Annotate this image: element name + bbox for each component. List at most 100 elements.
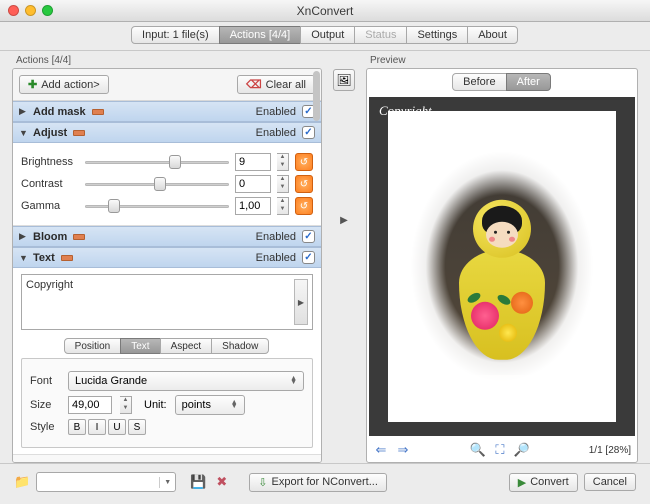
text-input[interactable]: Copyright	[26, 279, 292, 325]
fit-button[interactable]: ⛶	[492, 442, 508, 458]
delete-preset-icon[interactable]: ✖	[216, 474, 227, 490]
preset-dropdown[interactable]: ▼	[36, 472, 176, 492]
contrast-stepper[interactable]: ▲▼	[277, 175, 289, 193]
brightness-slider[interactable]	[85, 155, 229, 169]
text-body: Copyright ▶ Position Text Aspect Shadow …	[13, 268, 321, 455]
gamma-field[interactable]: 1,00	[235, 197, 271, 215]
prev-image-button[interactable]: ⇐	[373, 442, 389, 458]
style-buttons: B I U S	[68, 419, 146, 435]
expand-arrow-icon[interactable]: ▶	[340, 215, 348, 226]
subtab-shadow[interactable]: Shadow	[211, 338, 269, 354]
disclosure-icon[interactable]: ▶	[19, 106, 27, 117]
enabled-checkbox[interactable]: ✓	[302, 230, 315, 243]
add-action-button[interactable]: ✚ Add action>	[19, 75, 109, 94]
tab-input[interactable]: Input: 1 file(s)	[131, 26, 220, 44]
bold-button[interactable]: B	[68, 419, 86, 435]
before-button[interactable]: Before	[452, 73, 506, 91]
disclosure-icon[interactable]: ▶	[19, 231, 27, 242]
preview-content	[459, 199, 545, 359]
enabled-label: Enabled	[256, 231, 296, 243]
brightness-reset-button[interactable]: ↺	[295, 153, 313, 171]
titlebar: XnConvert	[0, 0, 650, 22]
next-image-button[interactable]: ⇒	[395, 442, 411, 458]
size-field[interactable]: 49,00	[68, 396, 112, 414]
chevron-updown-icon: ▲▼	[290, 377, 297, 385]
actions-section-label: Actions [4/4]	[12, 55, 322, 68]
tab-about[interactable]: About	[467, 26, 518, 44]
size-label: Size	[30, 399, 60, 411]
text-content-area: Copyright ▶	[21, 274, 313, 330]
action-bloom-header[interactable]: ▶ Bloom Enabled ✓	[13, 226, 321, 247]
contrast-slider[interactable]	[85, 177, 229, 191]
remove-action-icon[interactable]	[73, 130, 85, 136]
zoom-out-button[interactable]: 🔎	[514, 442, 530, 458]
gamma-slider[interactable]	[85, 199, 229, 213]
subtab-position[interactable]: Position	[64, 338, 122, 354]
size-stepper[interactable]: ▲▼	[120, 396, 132, 414]
strike-button[interactable]: S	[128, 419, 146, 435]
zoom-in-button[interactable]: 🔍	[470, 442, 486, 458]
save-preset-icon[interactable]: 💾	[190, 474, 206, 490]
export-button[interactable]: ⇩ Export for NConvert...	[249, 473, 387, 492]
contrast-field[interactable]: 0	[235, 175, 271, 193]
font-select[interactable]: Lucida Grande ▲▼	[68, 371, 304, 391]
tab-output[interactable]: Output	[300, 26, 355, 44]
footer: 📁 ▼ 💾 ✖ ⇩ Export for NConvert... ▶ Conve…	[0, 463, 650, 500]
expand-text-button[interactable]: ▶	[294, 279, 308, 325]
brightness-stepper[interactable]: ▲▼	[277, 153, 289, 171]
convert-label: Convert	[530, 476, 569, 488]
italic-button[interactable]: I	[88, 419, 106, 435]
tab-settings[interactable]: Settings	[406, 26, 468, 44]
after-button[interactable]: After	[506, 73, 551, 91]
gamma-reset-button[interactable]: ↺	[295, 197, 313, 215]
preview-section-label: Preview	[366, 55, 638, 68]
action-name: Bloom	[33, 231, 67, 243]
preview-counter: 1/1 [28%]	[589, 445, 631, 456]
cancel-button[interactable]: Cancel	[584, 473, 636, 491]
disclosure-icon[interactable]: ▼	[19, 253, 27, 263]
enabled-label: Enabled	[256, 127, 296, 139]
scrollbar-thumb[interactable]	[313, 71, 320, 121]
subtab-aspect[interactable]: Aspect	[160, 338, 213, 354]
font-value: Lucida Grande	[75, 375, 147, 387]
actions-panel: ✚ Add action> ⌫ Clear all ▶ Add mask Ena…	[12, 68, 322, 463]
refresh-preview-button[interactable]: 🖼	[333, 69, 355, 91]
gamma-label: Gamma	[21, 200, 79, 212]
action-adjust-header[interactable]: ▼ Adjust Enabled ✓	[13, 122, 321, 143]
unit-select[interactable]: points ▲▼	[175, 395, 245, 415]
enabled-checkbox[interactable]: ✓	[302, 126, 315, 139]
plus-icon: ✚	[28, 78, 37, 91]
text-subtabs: Position Text Aspect Shadow	[21, 338, 313, 354]
disclosure-icon[interactable]: ▼	[19, 128, 27, 138]
brightness-label: Brightness	[21, 156, 79, 168]
subtab-text[interactable]: Text	[120, 338, 160, 354]
tab-actions[interactable]: Actions [4/4]	[219, 26, 302, 44]
clear-all-label: Clear all	[266, 79, 306, 91]
remove-action-icon[interactable]	[73, 234, 85, 240]
copyright-overlay: Copyright	[379, 103, 432, 119]
middle-column: 🖼 ▶	[330, 55, 358, 463]
convert-button[interactable]: ▶ Convert	[509, 473, 578, 492]
action-add-mask-header[interactable]: ▶ Add mask Enabled ✓	[13, 101, 321, 122]
remove-action-icon[interactable]	[92, 109, 104, 115]
chevron-updown-icon: ▲▼	[231, 401, 238, 409]
preview-toolbar: ⇐ ⇒ 🔍 ⛶ 🔎 1/1 [28%]	[367, 438, 637, 462]
unit-label: Unit:	[144, 399, 167, 411]
action-text-header[interactable]: ▼ Text Enabled ✓	[13, 247, 321, 268]
brightness-field[interactable]: 9	[235, 153, 271, 171]
remove-action-icon[interactable]	[61, 255, 73, 261]
adjust-body: Brightness 9 ▲▼ ↺ Contrast 0 ▲▼ ↺	[13, 143, 321, 226]
contrast-reset-button[interactable]: ↺	[295, 175, 313, 193]
gamma-stepper[interactable]: ▲▼	[277, 197, 289, 215]
actions-list: ▶ Add mask Enabled ✓ ▼ Adjust Enabled ✓	[13, 101, 321, 462]
tab-status[interactable]: Status	[354, 26, 407, 44]
enabled-checkbox[interactable]: ✓	[302, 251, 315, 264]
underline-button[interactable]: U	[108, 419, 126, 435]
actions-toolbar: ✚ Add action> ⌫ Clear all	[13, 69, 321, 101]
font-panel: Font Lucida Grande ▲▼ Size 49,00 ▲▼ Unit…	[21, 358, 313, 448]
preset-folder-icon: 📁	[14, 474, 30, 490]
preview-panel: Before After Copyright ⇐ ⇒	[366, 68, 638, 463]
style-label: Style	[30, 421, 60, 433]
clear-all-button[interactable]: ⌫ Clear all	[237, 75, 315, 94]
unit-value: points	[182, 399, 211, 411]
